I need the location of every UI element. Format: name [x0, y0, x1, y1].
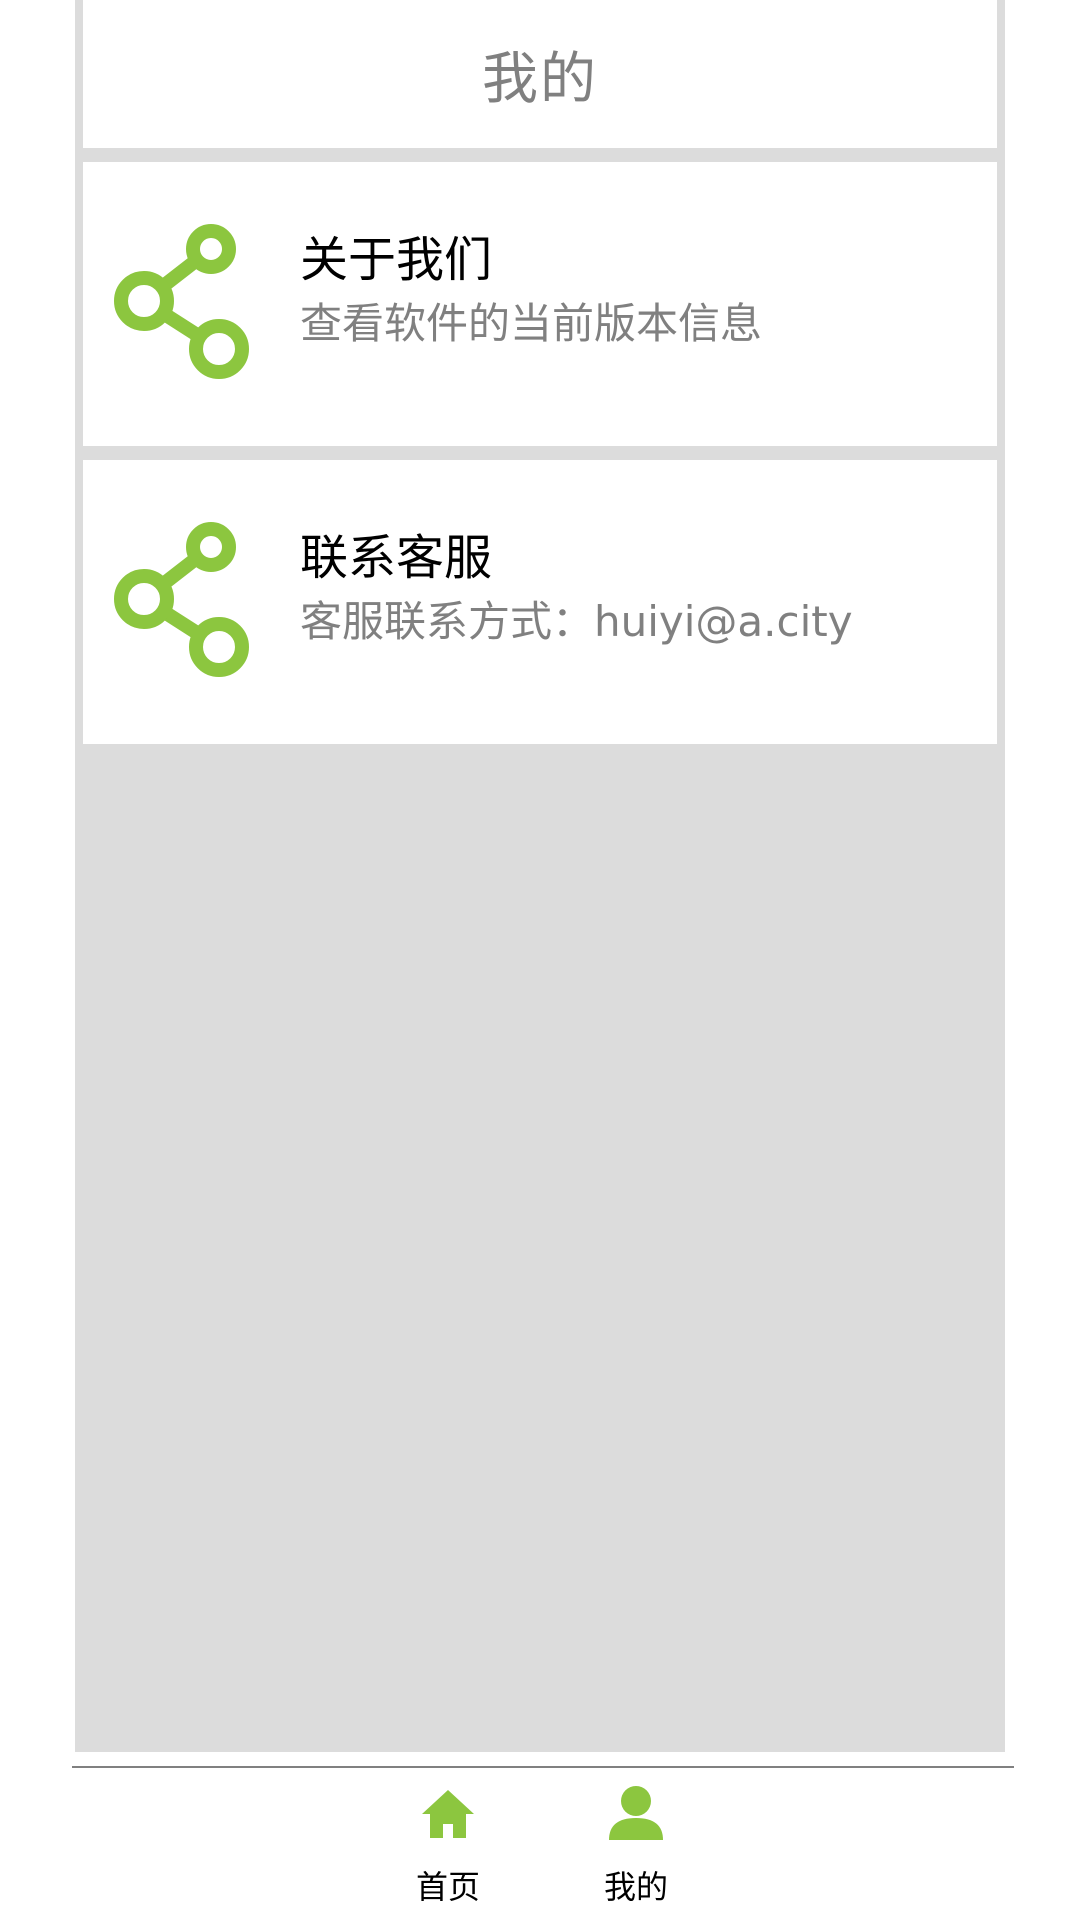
bottom-nav-divider	[72, 1766, 1014, 1768]
share-icon	[114, 522, 249, 677]
page-title: 我的	[482, 46, 598, 112]
menu-item-subtitle: 查看软件的当前版本信息	[300, 299, 763, 348]
tab-mine[interactable]: 我的	[576, 1782, 696, 1912]
menu-item-about-us[interactable]: 关于我们 查看软件的当前版本信息	[83, 162, 997, 446]
menu-item-subtitle: 客服联系方式：huiyi@a.city	[300, 597, 853, 646]
page-header: 我的	[83, 0, 997, 148]
content-panel: 我的 关于我们 查看软件的当前版本信息 联系客服 客服联系方式：huiyi@a.…	[75, 0, 1005, 1752]
user-icon	[609, 1786, 663, 1840]
home-icon	[422, 1790, 474, 1838]
tab-home[interactable]: 首页	[388, 1782, 508, 1912]
tab-label: 首页	[415, 1868, 480, 1906]
menu-item-title: 联系客服	[300, 530, 493, 586]
tab-label: 我的	[603, 1868, 668, 1906]
share-icon	[114, 224, 249, 379]
menu-item-contact-support[interactable]: 联系客服 客服联系方式：huiyi@a.city	[83, 460, 997, 744]
menu-item-title: 关于我们	[300, 232, 493, 288]
mine-page: 我的 关于我们 查看软件的当前版本信息 联系客服 客服联系方式：huiyi@a.…	[0, 0, 1080, 1920]
